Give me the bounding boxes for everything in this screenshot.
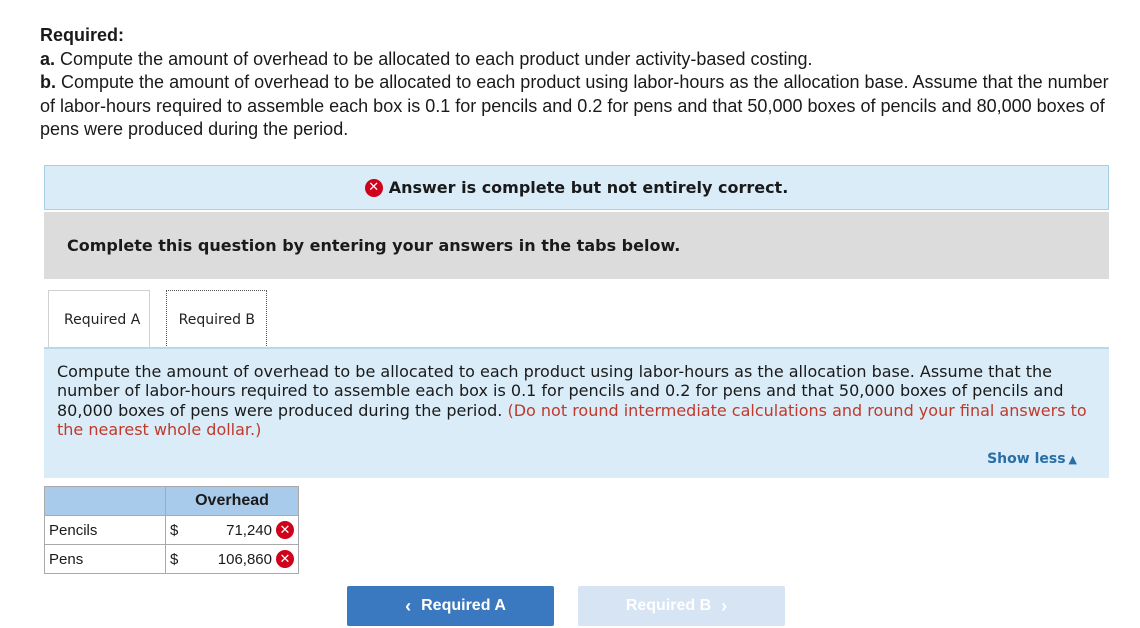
overhead-input-pens[interactable]: $ 106,860 ✕ bbox=[165, 544, 299, 574]
part-b-text: Compute the amount of overhead to be all… bbox=[56, 72, 1109, 92]
currency-symbol: $ bbox=[170, 550, 179, 568]
tab-list: Required A Required B bbox=[44, 290, 268, 348]
x-icon: ✕ bbox=[364, 178, 383, 197]
table-header-blank bbox=[44, 486, 166, 516]
overhead-input-pencils[interactable]: $ 71,240 ✕ bbox=[165, 515, 299, 545]
answer-status-text: Answer is complete but not entirely corr… bbox=[388, 178, 789, 197]
overhead-table: Overhead Pencils $ 71,240 ✕ Pens $ 106,8… bbox=[44, 486, 299, 574]
table-header-row: Overhead bbox=[44, 486, 299, 516]
next-button-label: Required B bbox=[625, 597, 712, 614]
row-label-pens: Pens bbox=[44, 544, 166, 574]
x-icon: ✕ bbox=[276, 550, 294, 568]
question-part-b-line3: pens were produced during the period. bbox=[40, 119, 349, 139]
show-less-link[interactable]: Show less ▲ bbox=[987, 450, 1077, 469]
tab-required-a[interactable]: Required A bbox=[48, 290, 151, 348]
table-header-overhead: Overhead bbox=[165, 486, 299, 516]
overhead-value-pencils: 71,240 bbox=[226, 521, 272, 539]
instruction-text: Complete this question by entering your … bbox=[67, 236, 681, 255]
show-less-label: Show less bbox=[987, 450, 1066, 467]
overhead-value-pens: 106,860 bbox=[217, 550, 272, 568]
part-b-label: b. bbox=[40, 72, 56, 92]
part-a-text: Compute the amount of overhead to be all… bbox=[55, 48, 813, 69]
tab-required-b[interactable]: Required B bbox=[166, 290, 268, 348]
table-row: Pencils $ 71,240 ✕ bbox=[44, 515, 299, 545]
question-part-b-line2: of labor-hours required to assemble each… bbox=[40, 95, 1105, 116]
prev-button-label: Required A bbox=[421, 597, 506, 614]
question-part-a: a. Compute the amount of overhead to be … bbox=[40, 48, 1140, 72]
question-part-b: b. Compute the amount of overhead to be … bbox=[40, 71, 1140, 95]
next-required-b-button[interactable]: Required B › bbox=[578, 586, 785, 626]
table-row: Pens $ 106,860 ✕ bbox=[44, 544, 299, 574]
chevron-right-icon: › bbox=[721, 595, 728, 616]
question-text: Required: a. Compute the amount of overh… bbox=[40, 24, 1140, 142]
currency-symbol: $ bbox=[170, 521, 179, 539]
part-a-label: a. bbox=[40, 48, 56, 69]
triangle-up-icon: ▲ bbox=[1068, 452, 1077, 466]
answer-status-banner: ✕ Answer is complete but not entirely co… bbox=[44, 165, 1109, 210]
row-label-pencils: Pencils bbox=[44, 515, 166, 545]
x-icon: ✕ bbox=[276, 521, 294, 539]
tab-panel-required-b: Compute the amount of overhead to be all… bbox=[44, 347, 1109, 478]
instruction-bar: Complete this question by entering your … bbox=[44, 212, 1109, 279]
question-heading: Required: bbox=[40, 25, 125, 45]
chevron-left-icon: ‹ bbox=[405, 595, 412, 616]
prev-required-a-button[interactable]: ‹ Required A bbox=[347, 586, 554, 626]
